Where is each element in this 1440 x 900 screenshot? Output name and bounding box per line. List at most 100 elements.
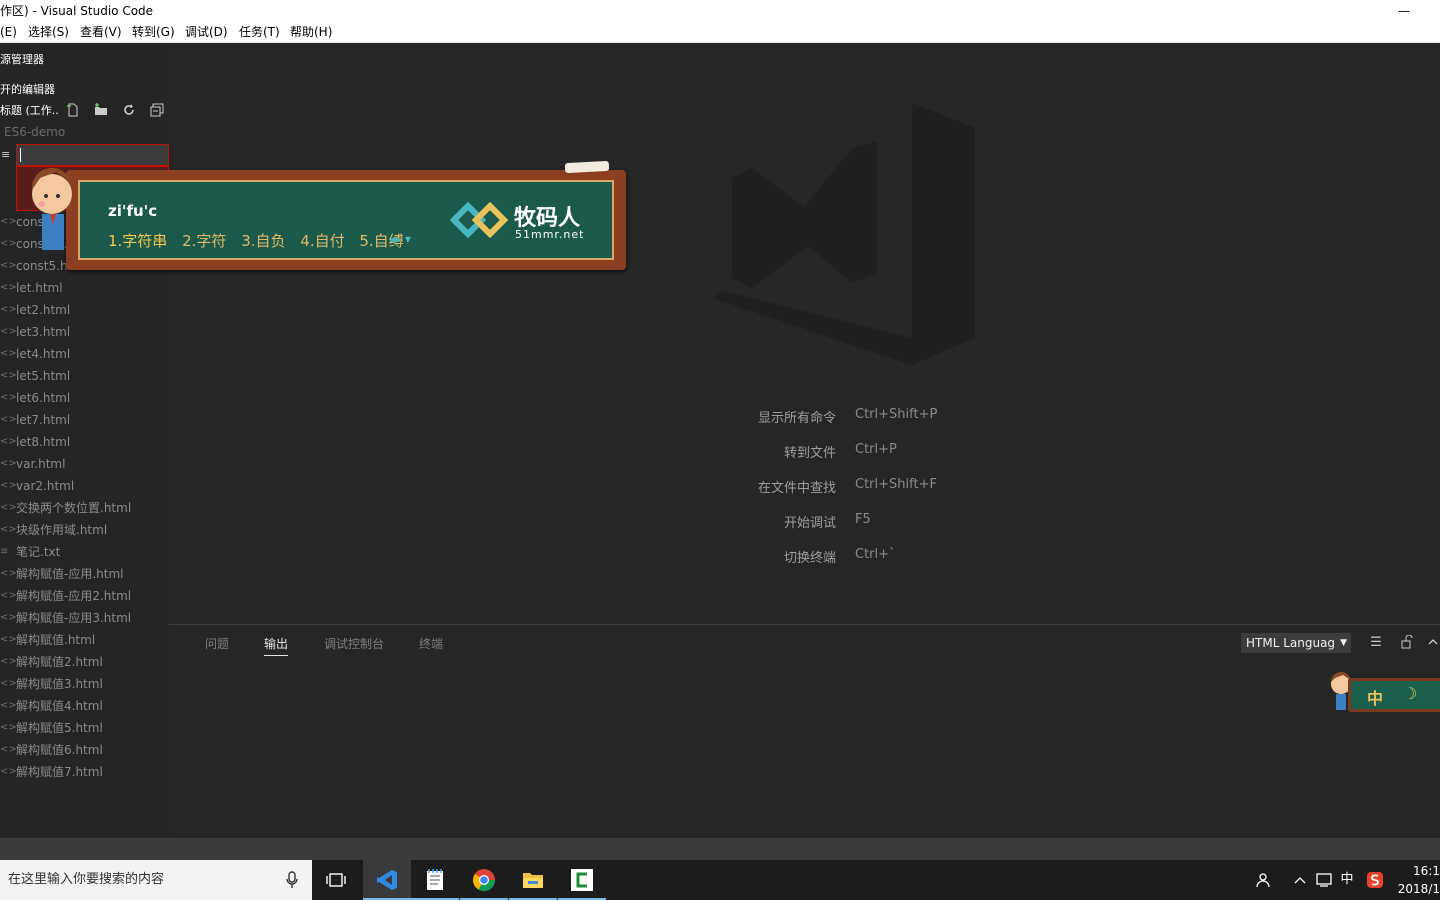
ime-candidate[interactable]: 2.字符 xyxy=(182,232,226,250)
file-name: 解构赋值4.html xyxy=(16,699,103,713)
list-item[interactable]: <> 解构赋值-应用3.html xyxy=(0,607,169,629)
shortcut-row: 在文件中查找 Ctrl+Shift+F xyxy=(668,477,1068,497)
list-item[interactable]: <> let6.html xyxy=(0,387,169,409)
menu-edit[interactable]: (E) xyxy=(0,22,17,43)
chrome-icon[interactable] xyxy=(460,860,508,900)
lock-scroll-icon[interactable] xyxy=(1399,634,1415,651)
shortcut-key: Ctrl+P xyxy=(855,442,897,457)
list-item[interactable]: <> 解构赋值6.html xyxy=(0,739,169,761)
file-name: 解构赋值2.html xyxy=(16,655,103,669)
task-view-icon[interactable] xyxy=(312,860,360,900)
tab-problems[interactable]: 问题 xyxy=(205,635,229,652)
window-title: 作区) - Visual Studio Code xyxy=(0,4,154,18)
menu-tasks[interactable]: 任务(T) xyxy=(239,22,280,43)
list-item[interactable]: <> let7.html xyxy=(0,409,169,431)
brand-logo-icon xyxy=(450,201,509,239)
chevron-up-icon[interactable] xyxy=(1290,860,1310,900)
list-item[interactable]: <> let4.html xyxy=(0,343,169,365)
menu-goto[interactable]: 转到(G) xyxy=(132,22,175,43)
shortcut-label: 在文件中查找 xyxy=(757,481,836,496)
html-file-icon: <> xyxy=(0,238,17,249)
taskbar-search-input[interactable]: 在这里输入你要搜索的内容 xyxy=(0,860,312,900)
file-name: let2.html xyxy=(16,303,71,317)
clock-date: 2018/1 xyxy=(1397,882,1440,896)
html-file-icon: <> xyxy=(0,656,17,667)
ime-mode-chinese[interactable]: 中 xyxy=(1367,685,1383,709)
output-channel-select[interactable]: HTML Languag ▼ xyxy=(1241,633,1351,653)
list-item[interactable]: <> 交换两个数位置.html xyxy=(0,497,169,519)
menu-selection[interactable]: 选择(S) xyxy=(28,22,69,43)
network-icon[interactable] xyxy=(1314,860,1334,900)
ime-candidate[interactable]: 1.字符串 xyxy=(108,232,167,250)
workspace-folder[interactable]: ES6-demo xyxy=(4,125,65,139)
ime-status-bar[interactable]: 中 ☽ xyxy=(1328,670,1440,718)
html-file-icon: <> xyxy=(0,744,17,755)
people-icon[interactable] xyxy=(1254,860,1274,900)
list-item[interactable]: <> 解构赋值7.html xyxy=(0,761,169,783)
system-clock[interactable]: 16:1 2018/1 xyxy=(1396,862,1440,898)
list-item[interactable]: <> let8.html xyxy=(0,431,169,453)
file-name: let3.html xyxy=(16,325,71,339)
tab-terminal[interactable]: 终端 xyxy=(419,635,443,652)
new-file-icon[interactable] xyxy=(65,103,81,119)
list-item[interactable]: <> 解构赋值-应用2.html xyxy=(0,585,169,607)
open-editors-header[interactable]: 开的编辑器 xyxy=(0,81,169,97)
half-width-moon-icon[interactable]: ☽ xyxy=(1403,684,1417,703)
input-method-indicator[interactable]: 中 xyxy=(1337,860,1357,900)
collapse-all-icon[interactable] xyxy=(149,103,165,119)
text-file-icon: ≡ xyxy=(1,148,11,161)
ime-expand-icon[interactable]: ▾ xyxy=(405,232,411,246)
ime-candidate[interactable]: 3.自负 xyxy=(241,232,285,250)
ime-brand-url: 51mmr.net xyxy=(515,228,585,241)
list-item[interactable]: <> let.html xyxy=(0,277,169,299)
menu-debug[interactable]: 调试(D) xyxy=(185,22,228,43)
html-file-icon: <> xyxy=(0,282,17,293)
list-item[interactable]: ≡ 笔记.txt xyxy=(0,541,169,563)
refresh-icon[interactable] xyxy=(121,103,137,119)
file-name: var2.html xyxy=(16,479,75,493)
shortcut-row: 转到文件 Ctrl+P xyxy=(668,442,1068,462)
file-name: let6.html xyxy=(16,391,71,405)
ime-next-page-icon[interactable]: ▸ xyxy=(395,232,401,246)
vscode-icon[interactable] xyxy=(363,860,411,900)
workspace-header[interactable]: 标题 (工作.. xyxy=(0,100,169,122)
list-item[interactable]: <> 解构赋值-应用.html xyxy=(0,563,169,585)
file-name: 解构赋值5.html xyxy=(16,721,103,735)
html-file-icon: <> xyxy=(0,568,17,579)
menu-view[interactable]: 查看(V) xyxy=(80,22,122,43)
file-explorer-icon[interactable] xyxy=(509,860,557,900)
list-item[interactable]: <> let3.html xyxy=(0,321,169,343)
list-item[interactable]: <> 块级作用域.html xyxy=(0,519,169,541)
list-item[interactable]: <> 解构赋值2.html xyxy=(0,651,169,673)
microphone-icon[interactable] xyxy=(286,860,298,900)
list-item[interactable]: <> let2.html xyxy=(0,299,169,321)
list-item[interactable]: <> var2.html xyxy=(0,475,169,497)
html-file-icon: <> xyxy=(0,700,17,711)
ime-candidate[interactable]: 4.自付 xyxy=(300,232,344,250)
list-item[interactable]: <> let5.html xyxy=(0,365,169,387)
shortcut-label: 转到文件 xyxy=(783,446,836,461)
file-name: let7.html xyxy=(16,413,71,427)
shortcut-row: 显示所有命令 Ctrl+Shift+P xyxy=(668,407,1068,427)
list-item[interactable]: <> var.html xyxy=(0,453,169,475)
camtasia-icon[interactable] xyxy=(558,860,606,900)
shortcut-key: Ctrl+` xyxy=(855,547,896,562)
list-item[interactable]: <> 解构赋值3.html xyxy=(0,673,169,695)
html-file-icon: <> xyxy=(0,304,17,315)
ime-page-nav: ◂▸ ▾ xyxy=(389,232,411,246)
tab-debug-console[interactable]: 调试控制台 xyxy=(324,635,384,652)
tab-output[interactable]: 输出 xyxy=(264,635,289,656)
file-name: 解构赋值-应用2.html xyxy=(16,589,132,603)
clear-output-icon[interactable]: ☰ xyxy=(1368,635,1384,651)
list-item[interactable]: <> 解构赋值4.html xyxy=(0,695,169,717)
maximize-panel-icon[interactable] xyxy=(1425,635,1440,651)
list-item[interactable]: <> 解构赋值.html xyxy=(0,629,169,651)
html-file-icon: <> xyxy=(0,260,17,271)
html-file-icon: <> xyxy=(0,766,17,777)
list-item[interactable]: <> 解构赋值5.html xyxy=(0,717,169,739)
menu-help[interactable]: 帮助(H) xyxy=(290,22,332,43)
sogou-ime-icon[interactable] xyxy=(1364,860,1386,900)
notepad-icon[interactable] xyxy=(411,860,459,900)
minimize-button[interactable]: — xyxy=(1396,0,1412,22)
new-folder-icon[interactable] xyxy=(93,103,109,119)
